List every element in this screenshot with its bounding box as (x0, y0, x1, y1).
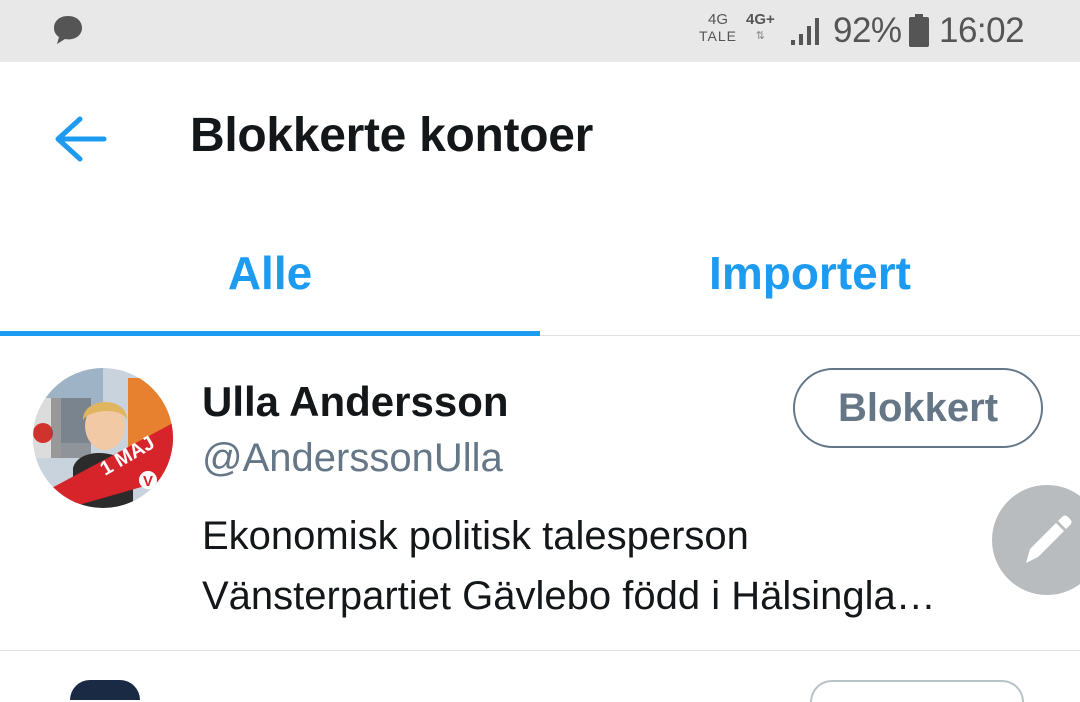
account-bio: Ekonomisk politisk talesperson Vänsterpa… (202, 506, 1042, 626)
battery-percentage: 92% (833, 11, 902, 50)
network-4g-label: 4G (707, 11, 728, 28)
network-4g-indicator: 4G TALE (698, 11, 738, 45)
message-icon (52, 14, 84, 51)
blocked-button[interactable]: Blokkert (793, 368, 1043, 448)
signal-icon (790, 14, 826, 51)
status-bar: 4G TALE 4G+ ⇅ 92% 16:02 (0, 0, 1080, 62)
account-bio-line: Vänsterpartiet Gävlebo född i Hälsingla… (202, 574, 936, 618)
avatar-badge-letter: V (143, 473, 153, 490)
back-button[interactable] (50, 114, 110, 164)
blocked-button[interactable] (810, 680, 1024, 702)
tab-bar: Alle Importert (0, 212, 1080, 336)
account-handle: @AnderssonUlla (202, 436, 503, 480)
battery-icon (908, 14, 930, 53)
avatar[interactable] (70, 680, 140, 700)
list-item[interactable]: 1 MAJ V Ulla Andersson @AnderssonUlla Ek… (0, 336, 1080, 651)
network-4gplus-label: 4G+ (746, 11, 775, 28)
data-transfer-icon: ⇅ (755, 30, 765, 42)
account-bio-line: Ekonomisk politisk talesperson (202, 514, 749, 558)
avatar[interactable]: 1 MAJ V (33, 368, 173, 508)
back-arrow-icon (55, 116, 107, 162)
pen-icon (1026, 515, 1072, 563)
account-display-name: Ulla Andersson (202, 378, 509, 425)
tab-alle[interactable]: Alle (0, 212, 540, 335)
page-title: Blokkerte kontoer (190, 109, 594, 162)
app-header: Blokkerte kontoer (0, 62, 1080, 212)
status-time: 16:02 (939, 11, 1025, 50)
network-4g-sublabel: TALE (699, 28, 737, 44)
network-4gplus-indicator: 4G+ ⇅ (746, 12, 775, 44)
compose-button[interactable] (992, 485, 1080, 595)
tab-importert[interactable]: Importert (540, 212, 1080, 335)
